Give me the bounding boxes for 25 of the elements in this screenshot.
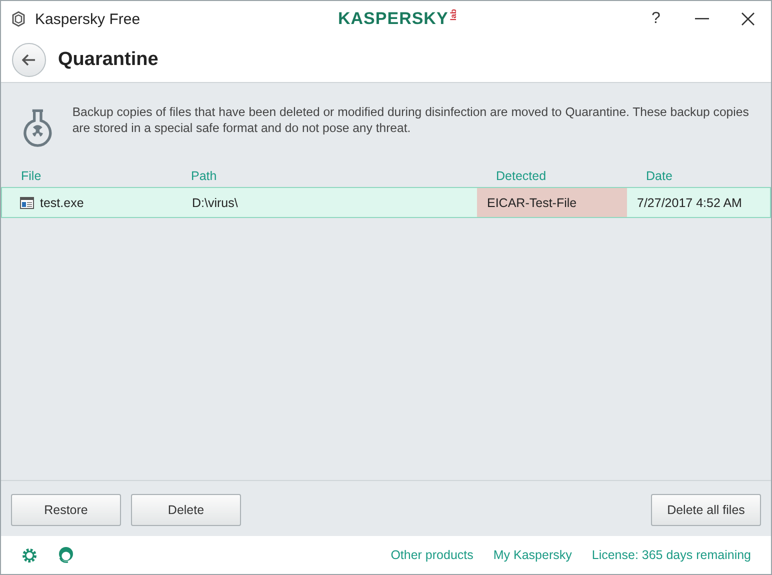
- application-file-icon: [20, 196, 34, 208]
- shield-icon: [12, 11, 25, 27]
- brand-logo: KASPERSKY lab: [338, 9, 458, 29]
- action-button[interactable]: Delete: [131, 494, 241, 526]
- column-header[interactable]: Path: [171, 169, 476, 183]
- table-cell-text: 7/27/2017 4:52 AM: [636, 194, 743, 212]
- table-row[interactable]: test.exe D:\virus\ EICAR-Test-File 7/27/2017 4:52 AM: [1, 187, 771, 218]
- window-title: Kaspersky Free: [35, 10, 140, 28]
- back-arrow-icon: [22, 54, 36, 66]
- table-cell-text: D:\virus\: [191, 194, 239, 212]
- table-cell: test.exe: [40, 196, 84, 210]
- column-header[interactable]: Detected: [476, 169, 626, 183]
- footer-link[interactable]: My Kaspersky: [493, 548, 572, 562]
- help-button[interactable]: ?: [633, 1, 679, 37]
- action-button[interactable]: Delete all files: [651, 494, 761, 526]
- column-header[interactable]: Date: [626, 169, 771, 183]
- column-header[interactable]: File: [1, 169, 171, 183]
- back-button[interactable]: [12, 42, 46, 76]
- table-cell: EICAR-Test-File: [477, 188, 627, 217]
- action-button[interactable]: Restore: [11, 494, 121, 526]
- settings-icon[interactable]: [21, 546, 38, 564]
- footer-link[interactable]: Other products: [390, 548, 474, 562]
- page-title: Quarantine: [58, 48, 158, 70]
- description-text: Backup copies of files that have been deleted or modified during disinfection are moved to Quarantine. These backup copies are stored in a special safe format and do not pose any threat.: [72, 104, 750, 137]
- footer-link[interactable]: License: 365 days remaining: [592, 548, 751, 562]
